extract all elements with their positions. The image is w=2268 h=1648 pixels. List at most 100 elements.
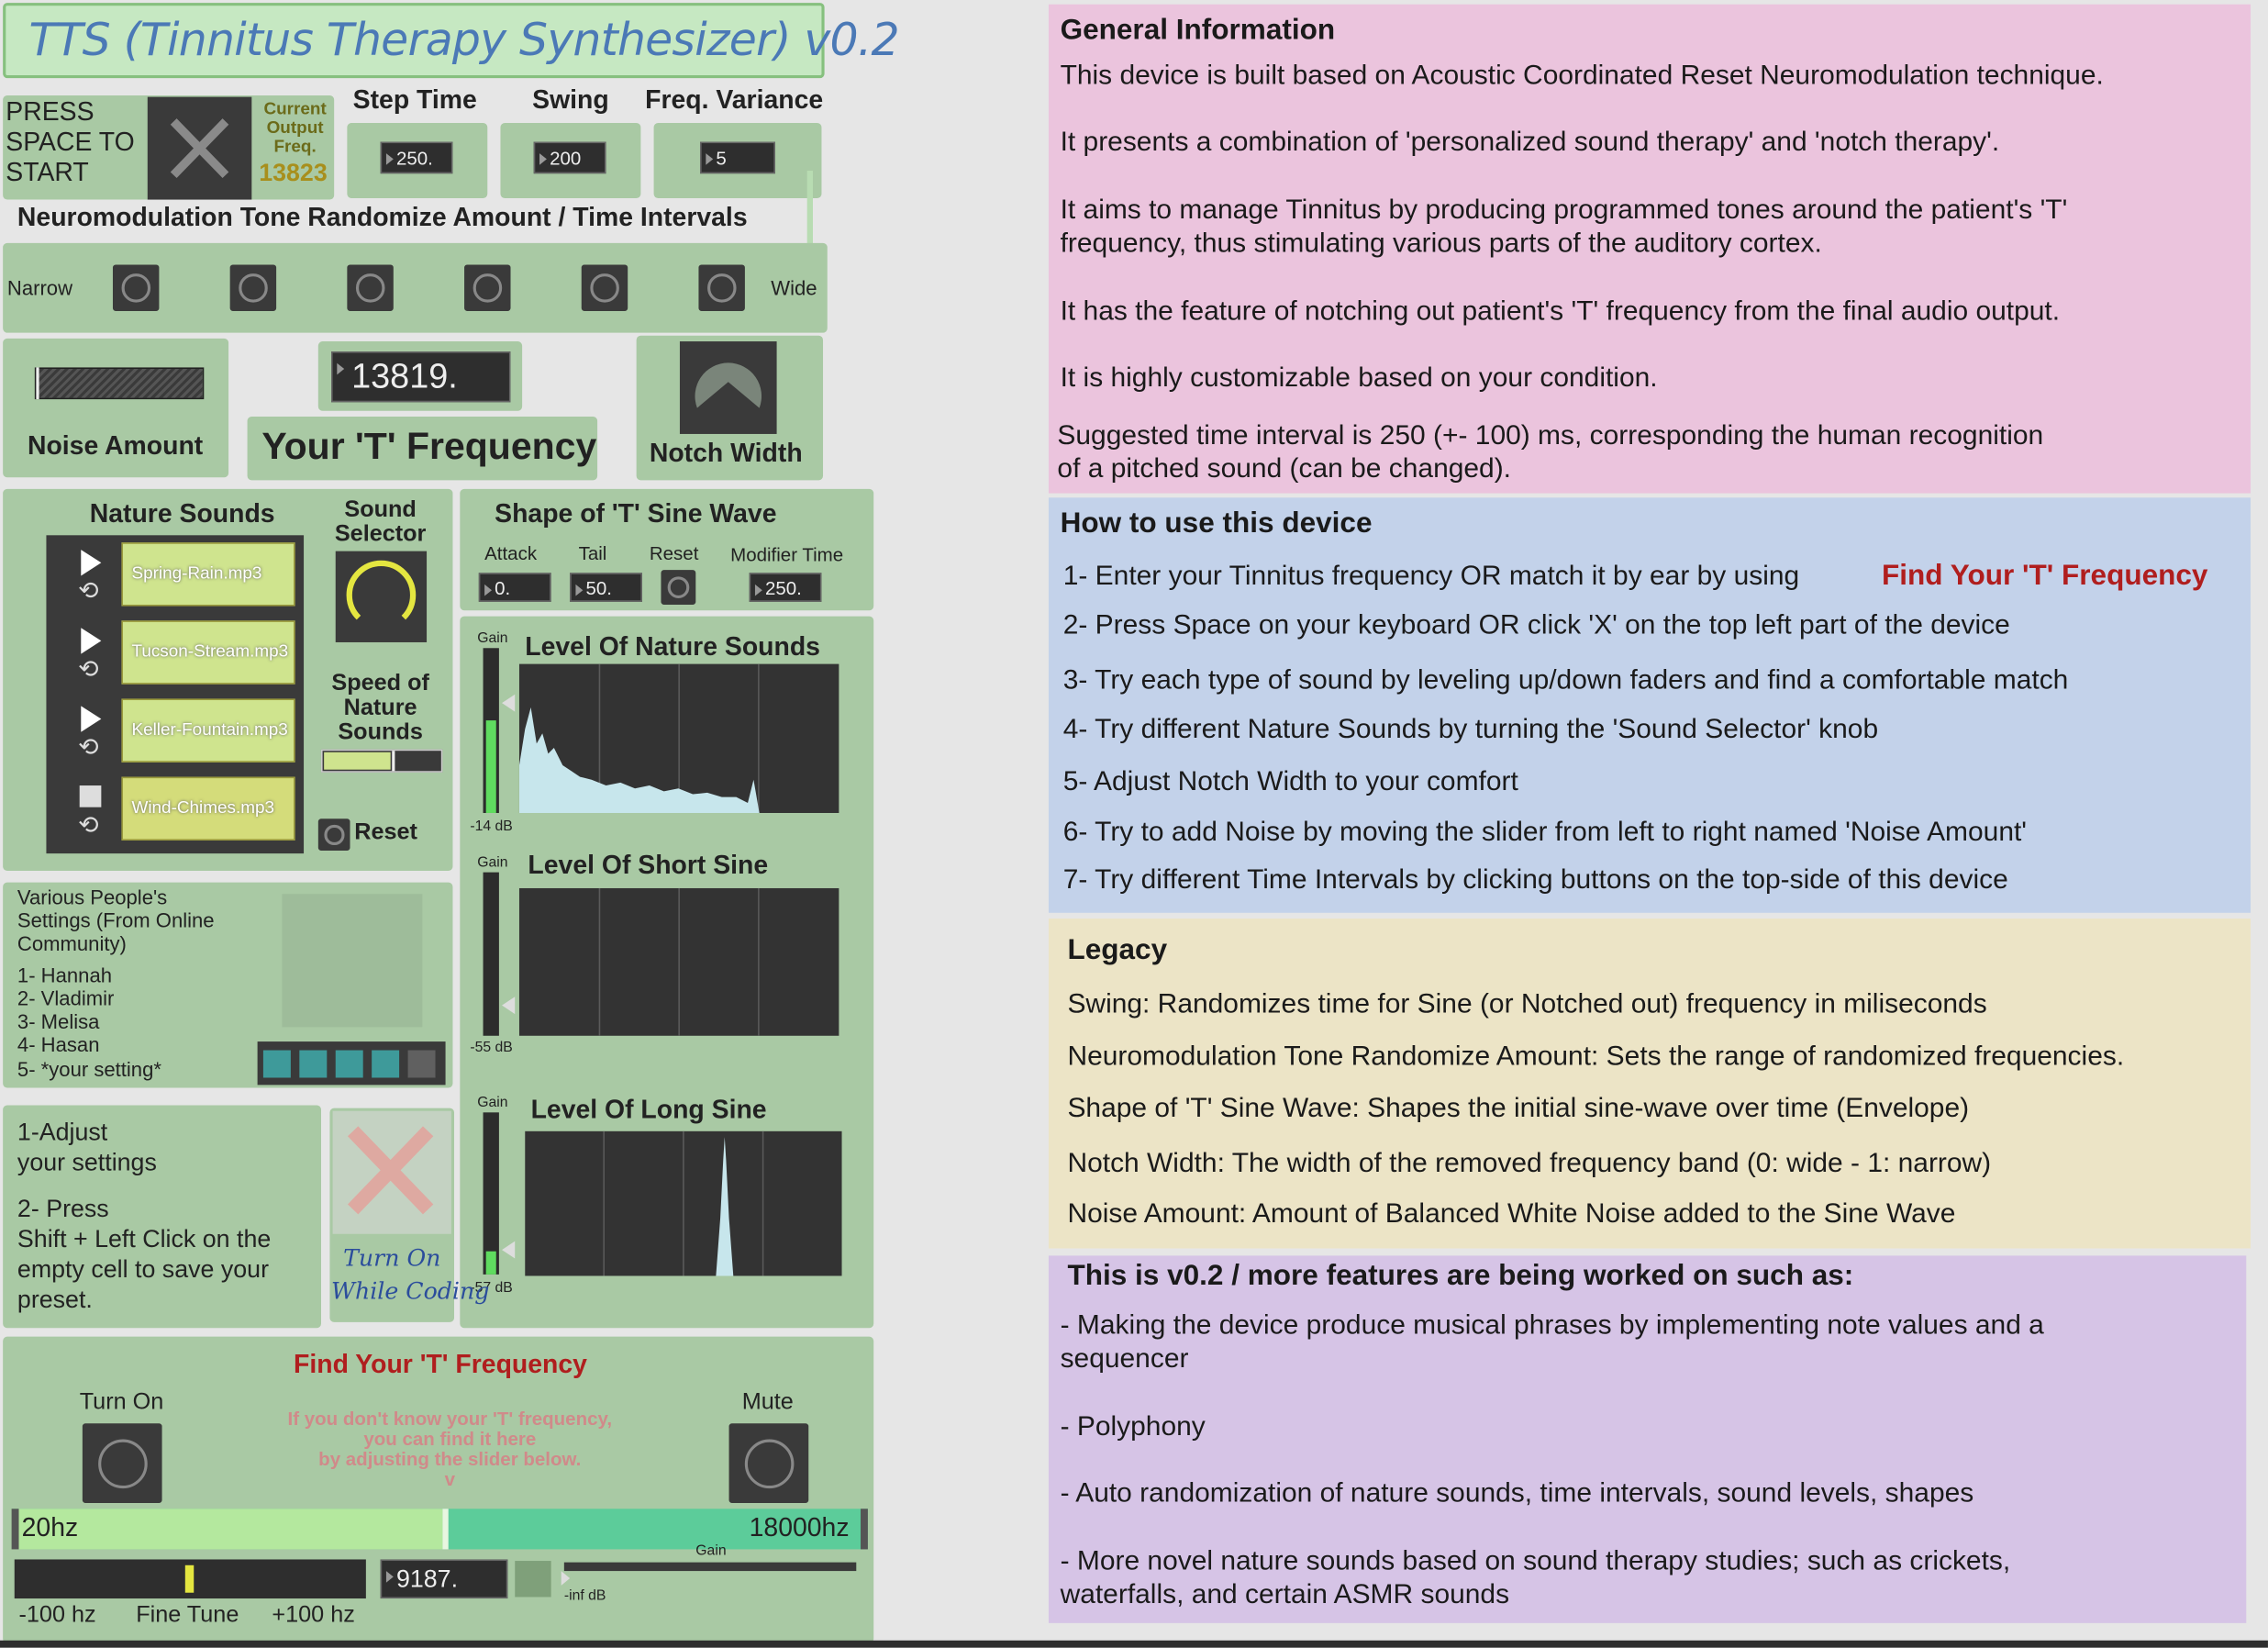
speed-slider-handle[interactable] — [392, 751, 395, 772]
press-space-label: PRESS SPACE TO START — [6, 96, 135, 187]
tfreq-label: Your 'T' Frequency — [261, 423, 597, 468]
fine-tune-slider[interactable] — [14, 1559, 366, 1599]
loop-icon[interactable]: ⟲ — [78, 733, 98, 763]
noise-amount-slider[interactable] — [34, 367, 205, 400]
preset-grid — [257, 1041, 446, 1086]
find-mute-label: Mute — [741, 1390, 794, 1415]
general-line-2: It presents a combination of 'personaliz… — [1060, 127, 2000, 158]
find-freq-value[interactable]: 9187. — [380, 1559, 508, 1599]
tfreq-input[interactable]: 13819. — [331, 351, 511, 403]
freq-slider[interactable] — [11, 1509, 868, 1550]
tail-label: Tail — [578, 542, 607, 564]
clip-slot-2[interactable]: Tucson-Stream.mp3 — [121, 620, 295, 685]
shape-reset-button[interactable] — [661, 570, 696, 605]
play-icon[interactable] — [81, 706, 102, 732]
long-level-meter[interactable] — [483, 1112, 499, 1275]
long-level-title: Level Of Long Sine — [530, 1095, 767, 1124]
interval-button-3[interactable] — [347, 264, 394, 311]
speed-slider[interactable] — [320, 749, 443, 773]
legacy-line-5: Noise Amount: Amount of Balanced White N… — [1067, 1198, 1956, 1230]
nature-fader-arrow[interactable] — [502, 694, 516, 712]
interval-button-6[interactable] — [698, 264, 745, 311]
bottom-bar — [0, 1640, 2268, 1648]
gain-label: Gain — [477, 630, 508, 647]
interval-button-2[interactable] — [229, 264, 277, 311]
stop-icon[interactable] — [79, 785, 102, 807]
howto-step-4: 4- Try different Nature Sounds by turnin… — [1062, 714, 1879, 745]
freq-slider-handle[interactable] — [442, 1509, 449, 1550]
play-icon[interactable] — [81, 550, 102, 576]
close-icon — [170, 118, 229, 179]
freq-variance-input[interactable]: 5 — [700, 141, 776, 174]
howto-step-3: 3- Try each type of sound by leveling up… — [1062, 665, 2069, 696]
notch-width-knob[interactable] — [679, 341, 777, 434]
preset-cell-1[interactable] — [262, 1050, 291, 1078]
find-mute-button[interactable] — [728, 1423, 809, 1503]
sound-selector-label: Sound Selector — [334, 497, 427, 547]
output-value: 13823 — [259, 159, 328, 187]
find-freq-title: Find Your 'T' Frequency — [294, 1349, 587, 1379]
step-time-input[interactable]: 250. — [380, 141, 453, 174]
interval-button-4[interactable] — [464, 264, 511, 311]
future-title: This is v0.2 / more features are being w… — [1067, 1260, 1854, 1292]
preset-item-5: 5- *your setting* — [17, 1057, 161, 1081]
clip-slot-4[interactable]: Wind-Chimes.mp3 — [121, 776, 295, 841]
preset-cell-2[interactable] — [299, 1050, 328, 1078]
loop-icon[interactable]: ⟲ — [78, 577, 98, 607]
nature-reset-button[interactable] — [317, 818, 350, 851]
play-icon[interactable] — [81, 628, 102, 654]
noise-slider-handle[interactable] — [36, 367, 39, 400]
gain-label: Gain — [477, 854, 508, 872]
short-level-meter[interactable] — [483, 872, 499, 1036]
find-inf-label: -inf dB — [563, 1587, 606, 1605]
future-line-4: - More novel nature sounds based on soun… — [1060, 1546, 2011, 1610]
nature-level-meter[interactable] — [483, 648, 499, 813]
start-button[interactable] — [147, 96, 252, 200]
preset-cell-4[interactable] — [372, 1050, 400, 1078]
howto-step-5: 5- Adjust Notch Width to your comfort — [1062, 766, 1518, 797]
preset-cell-5[interactable] — [407, 1050, 436, 1078]
clip-slot-3[interactable]: Keller-Fountain.mp3 — [121, 698, 295, 763]
legacy-line-1: Swing: Randomizes time for Sine (or Notc… — [1067, 989, 1987, 1020]
find-gain-arrow[interactable] — [561, 1571, 571, 1586]
modifier-input[interactable]: 250. — [749, 573, 822, 602]
attack-input[interactable]: 0. — [478, 573, 551, 602]
clip-slot-1[interactable]: Spring-Rain.mp3 — [121, 542, 295, 607]
find-turn-on-button[interactable] — [82, 1423, 162, 1503]
instructions-step2: 2- Press Shift + Left Click on the empty… — [17, 1195, 272, 1314]
find-hint: If you don't know your 'T' frequency, yo… — [287, 1407, 613, 1490]
fine-tune-label: Fine Tune — [136, 1602, 239, 1628]
preset-cell-3[interactable] — [335, 1050, 363, 1078]
fine-tune-handle[interactable] — [184, 1564, 195, 1593]
loop-icon[interactable]: ⟲ — [78, 655, 98, 685]
preset-item-4: 4- Hasan — [17, 1032, 100, 1056]
clip-name-2: Tucson-Stream.mp3 — [131, 640, 289, 662]
interval-button-1[interactable] — [112, 264, 160, 311]
find-gain-slider[interactable] — [563, 1562, 857, 1572]
find-freq-swatch — [515, 1561, 551, 1598]
general-line-4: It has the feature of notching out patie… — [1060, 296, 2061, 328]
shape-title: Shape of 'T' Sine Wave — [495, 498, 777, 529]
nature-spectrum-curve — [518, 707, 760, 813]
freq-min-label: 20hz — [21, 1513, 79, 1542]
short-fader-arrow[interactable] — [502, 997, 516, 1015]
clip-name-3: Keller-Fountain.mp3 — [131, 718, 288, 740]
sound-selector-knob[interactable] — [335, 551, 428, 642]
preset-item-2: 2- Vladimir — [17, 986, 115, 1010]
long-fader-arrow[interactable] — [502, 1241, 516, 1259]
swing-input[interactable]: 200 — [533, 141, 606, 174]
legacy-line-3: Shape of 'T' Sine Wave: Shapes the initi… — [1067, 1093, 1970, 1124]
freq-max-label: 18000hz — [749, 1513, 850, 1542]
howto-find-link[interactable]: Find Your 'T' Frequency — [1882, 560, 2207, 593]
coding-toggle[interactable] — [332, 1110, 451, 1234]
title-bar: TTS (Tinnitus Therapy Synthesizer) v0.2 — [3, 3, 900, 79]
interval-button-5[interactable] — [581, 264, 628, 311]
general-info-title: General Information — [1060, 14, 1336, 47]
instructions-step1: 1-Adjust your settings — [17, 1118, 157, 1176]
freq-variance-label: Freq. Variance — [645, 85, 824, 115]
loop-icon[interactable]: ⟲ — [78, 811, 98, 841]
tail-input[interactable]: 50. — [570, 573, 642, 602]
short-spectrum — [518, 887, 839, 1036]
find-turn-on-label: Turn On — [79, 1390, 164, 1415]
presets-title: Various People's Settings (From Online C… — [17, 885, 215, 955]
